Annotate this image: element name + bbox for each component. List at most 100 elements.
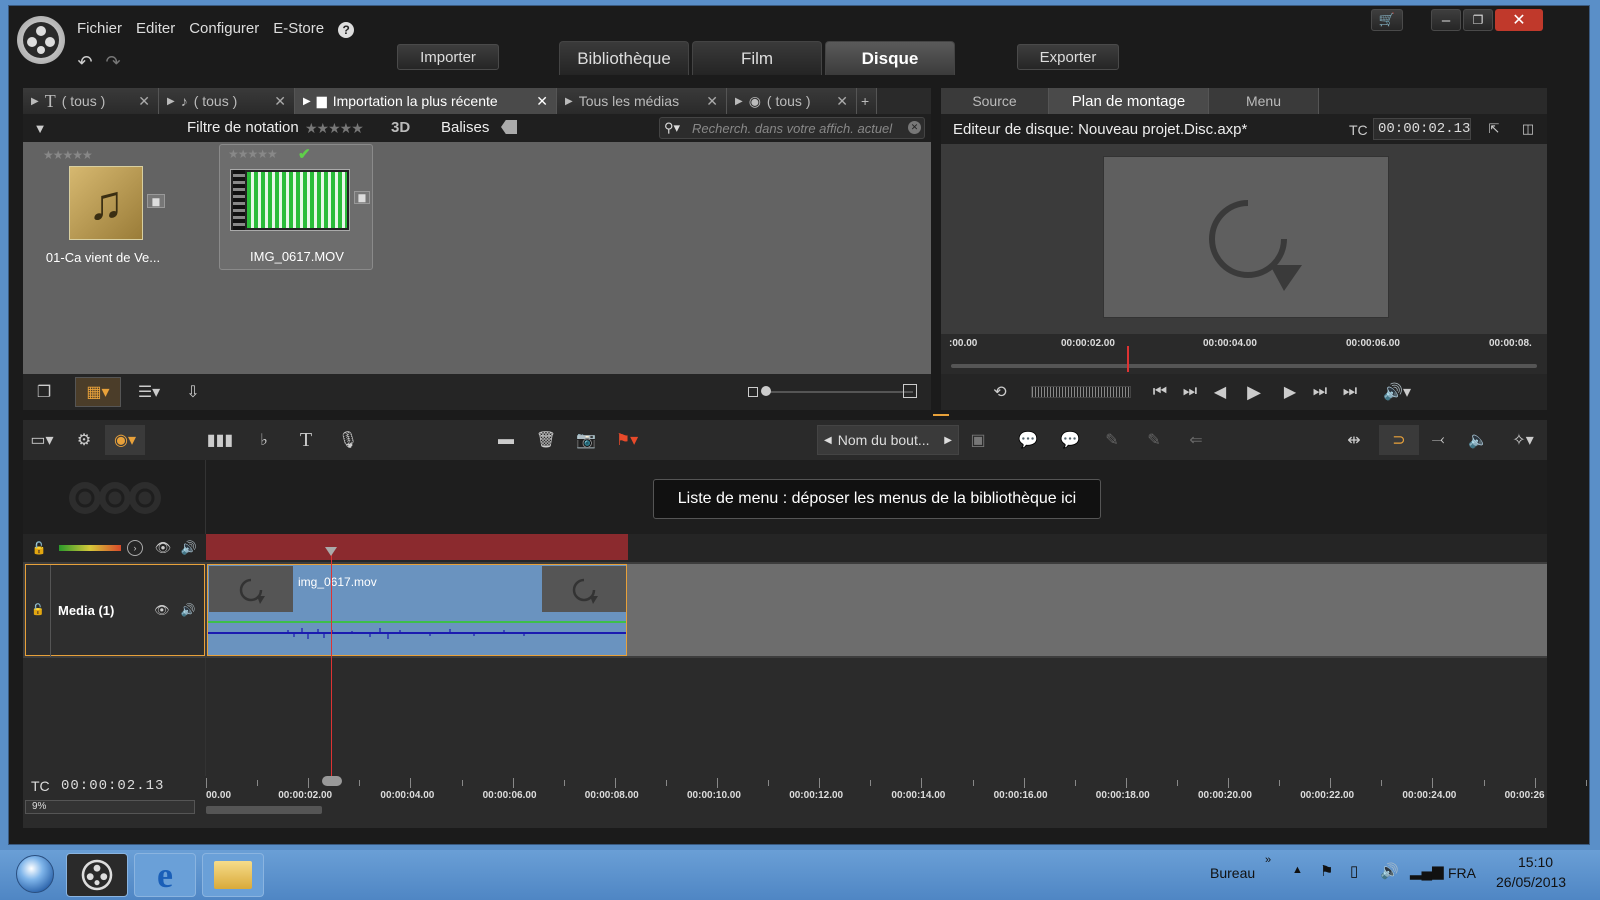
rating-stars-icon[interactable]: ★★★★★ [305,120,364,137]
chevron-right-icon[interactable]: » [1265,854,1271,866]
tab-source[interactable]: Source [941,88,1049,114]
split-icon[interactable]: ⇹ [1339,425,1369,455]
library-item-audio[interactable]: ★★★★★ ♫ ▆ 01-Ca vient de Ve... [33,146,173,270]
next-icon[interactable]: ⏭ [1305,377,1335,407]
network-icon[interactable]: ▂▄▆ [1410,862,1444,880]
redo-icon[interactable]: ↷ [101,52,125,72]
maximize-icon[interactable]: ❐ [1463,9,1493,31]
timeline-range-bar[interactable] [206,534,628,560]
lock-icon[interactable]: 🔓 [31,540,47,556]
import-button[interactable]: Importer [397,44,499,70]
thumbnail-size-slider[interactable] [763,391,913,393]
timeline-scrollbar[interactable] [206,806,322,814]
frame-back-icon[interactable]: ◀ [1205,377,1235,407]
battery-icon[interactable]: ▯ [1350,862,1358,880]
tab-film[interactable]: Film [692,41,822,75]
internet-explorer-icon[interactable]: e [134,853,196,897]
timeline-ruler[interactable]: 00.00 00:00:02.00 00:00:04.00 00:00:06.00 00… [206,776,1587,806]
lock-icon[interactable]: 🔓 [30,603,46,616]
disc-mode-icon[interactable]: ◉▾ [105,425,145,455]
timeline-playhead[interactable] [331,548,332,782]
go-to-end-icon[interactable]: ⏭ [1335,377,1365,407]
chevron-up-icon[interactable]: ▲ [1292,864,1303,876]
zoom-level[interactable]: 9% [25,800,195,814]
slider-handle[interactable] [761,386,771,396]
eye-icon[interactable]: 👁 [153,540,173,556]
dual-view-icon[interactable]: ◫ [1517,120,1539,138]
preview-ruler[interactable]: :00.00 00:00:02.00 00:00:04.00 00:00:06.… [941,334,1547,374]
minimize-icon[interactable]: – [1431,9,1461,31]
language-indicator[interactable]: FRA [1448,865,1476,881]
speaker-icon[interactable]: 🔊 [178,603,198,617]
settings-icon[interactable]: ⚙ [69,425,99,455]
folder-icon[interactable]: ▆ [354,191,370,204]
undo-icon[interactable]: ↶ [73,52,97,72]
thumb-large-icon[interactable] [903,384,917,398]
collections-icon[interactable]: ❐ [29,377,59,407]
close-icon[interactable]: ✕ [1495,9,1543,31]
search-box[interactable]: ⚲▾ Recherch. dans votre affich. actuel ✕ [659,117,925,139]
volume-icon[interactable]: 🔊 [1380,862,1399,880]
bureau-label[interactable]: Bureau [1210,865,1255,881]
close-icon[interactable]: ✕ [138,93,150,110]
clear-search-icon[interactable]: ✕ [908,121,921,134]
cart-icon[interactable]: 🛒 [1371,9,1403,31]
folder-icon[interactable]: ▆ [147,194,165,208]
microphone-icon[interactable]: 🎙 [333,425,363,455]
library-tab-text[interactable]: ▶ T( tous ) ✕ [23,88,159,114]
playhead-handle[interactable] [322,776,342,786]
help-icon[interactable]: ? [338,22,355,38]
tab-bibliotheque[interactable]: Bibliothèque [559,41,689,75]
magnet-icon[interactable]: ⊃ [1379,425,1419,455]
menu-configurer[interactable]: Configurer [189,20,259,38]
title-icon[interactable]: T [291,425,321,455]
preview-scrub-bar[interactable] [951,364,1537,368]
return-icon[interactable]: ⇐ [1181,425,1211,455]
loop-icon[interactable]: ⟲ [985,377,1015,407]
add-tab-icon[interactable]: + [857,88,877,114]
close-icon[interactable]: ✕ [536,93,548,110]
library-tab-recent[interactable]: ▶ ▆ Importation la plus récente ✕ [295,88,557,114]
audio-scrub-icon[interactable]: 🔈 [1463,425,1493,455]
panel-splitter[interactable] [933,406,949,416]
button-type-icon[interactable]: ▣ [963,425,993,455]
track-header[interactable]: 🔓 Media (1) 👁 🔊 [25,564,205,657]
pinnacle-task-icon[interactable] [66,853,128,897]
chevron-left-icon[interactable]: ◀ [824,435,832,446]
library-tab-disc[interactable]: ▶ ◉( tous ) ✕ [727,88,857,114]
return-marker-icon[interactable]: 💬 [1055,425,1085,455]
trim-icon[interactable]: ⤙ [1423,425,1453,455]
tab-menu[interactable]: Menu [1209,88,1319,114]
rating-stars-icon[interactable]: ★★★★★ [228,147,278,161]
close-icon[interactable]: ✕ [836,93,848,110]
clock-time[interactable]: 15:10 [1518,854,1553,870]
menu-drop-zone[interactable]: Liste de menu : déposer les menus de la … [653,479,1101,519]
flag-icon[interactable]: ⚑ [1320,862,1333,880]
detach-icon[interactable]: ⇱ [1483,120,1505,138]
chapter-marker-icon[interactable]: 💬 [1013,425,1043,455]
previous-icon[interactable]: ⏭ [1175,377,1205,407]
frame-forward-icon[interactable]: ▶ [1275,377,1305,407]
timecode-display[interactable]: 00:00:02.13 [1373,118,1471,140]
menu-estore[interactable]: E-Store [273,20,324,38]
library-tab-audio[interactable]: ▶ ♪( tous ) ✕ [159,88,295,114]
tools-icon[interactable]: ✧▾ [1503,425,1543,455]
playhead[interactable] [1126,346,1129,372]
razor-icon[interactable]: ▬ [491,425,521,455]
tag-icon[interactable] [501,120,517,134]
close-icon[interactable]: ✕ [706,93,718,110]
library-item-video[interactable]: ★★★★★ ✔ ▆ IMG_0617.MOV [219,144,373,270]
link-icon[interactable]: ✎ [1097,425,1127,455]
video-clip[interactable]: img_0617.mov [207,564,627,656]
play-icon[interactable]: ▶ [1239,377,1269,407]
start-icon[interactable] [16,855,54,893]
menu-fichier[interactable]: Fichier [77,20,122,38]
button-name-selector[interactable]: ◀ Nom du bout... ▶ [817,425,959,455]
unlink-icon[interactable]: ✎ [1139,425,1169,455]
tags-label[interactable]: Balises [441,119,489,136]
snapshot-icon[interactable]: 📷 [571,425,601,455]
list-view-icon[interactable]: ☰▾ [129,377,169,407]
app-logo-icon[interactable] [17,16,65,64]
library-tab-all-media[interactable]: ▶ Tous les médias ✕ [557,88,727,114]
import-folder-icon[interactable]: ⇩ [173,377,213,407]
